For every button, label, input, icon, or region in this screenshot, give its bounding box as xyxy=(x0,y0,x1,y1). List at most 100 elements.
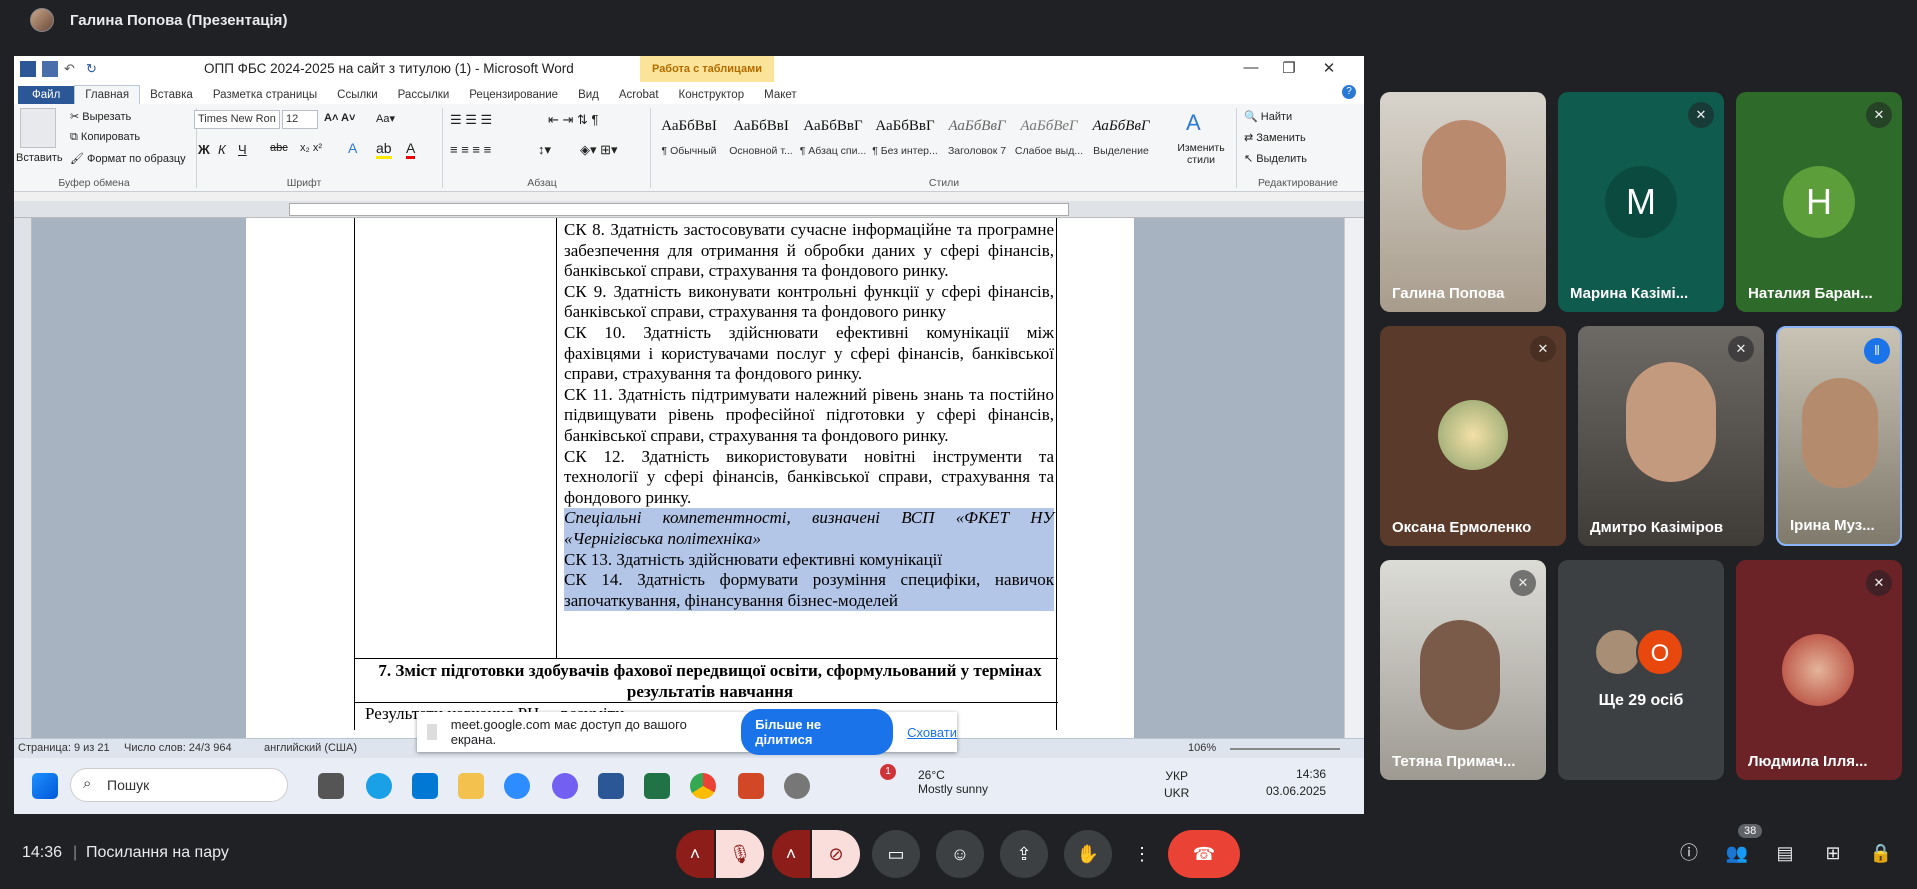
store-icon[interactable] xyxy=(412,773,438,799)
change-styles-icon[interactable]: A xyxy=(1186,110,1201,136)
grow-font-icon[interactable]: A˄ A˅ xyxy=(324,112,355,124)
table-left-cell[interactable] xyxy=(355,218,557,658)
participant-tile[interactable]: ✕ Тетяна Примач... xyxy=(1380,560,1546,780)
line-spacing-icon[interactable]: ↕▾ xyxy=(538,142,551,158)
change-case-icon[interactable]: Aa▾ xyxy=(376,112,395,125)
taskbar-search[interactable]: ⌕ Пошук xyxy=(70,768,288,802)
participant-tile-speaking[interactable]: ⦀ Ірина Муз... xyxy=(1776,326,1902,546)
zoom-slider[interactable] xyxy=(1230,748,1340,750)
subscript-icon[interactable]: x₂ x² xyxy=(300,142,322,154)
indent-icon[interactable]: ⇤ ⇥ ⇅ ¶ xyxy=(548,112,599,128)
tab-page-layout[interactable]: Разметка страницы xyxy=(203,86,327,104)
find-button[interactable]: 🔍 Найти xyxy=(1244,110,1292,123)
meeting-info-icon[interactable]: ⓘ xyxy=(1676,840,1702,866)
participant-tile[interactable]: ✕ M Марина Казімі... xyxy=(1558,92,1724,312)
emoji-icon[interactable]: ☺ xyxy=(936,830,984,878)
format-painter-button[interactable]: 🖌 Формат по образцу xyxy=(70,152,186,165)
tab-file[interactable]: Файл xyxy=(18,86,75,104)
tab-design[interactable]: Конструктор xyxy=(669,86,755,104)
tab-review[interactable]: Рецензирование xyxy=(459,86,568,104)
tray-clock[interactable]: 14:36 03.06.2025 xyxy=(1266,766,1326,800)
more-participants-tile[interactable]: О Ще 29 осіб xyxy=(1558,560,1724,780)
font-color-icon[interactable]: A xyxy=(406,140,416,159)
page-count[interactable]: Страница: 9 из 21 xyxy=(18,742,110,754)
word-taskbar-icon[interactable] xyxy=(598,773,624,799)
activities-icon[interactable]: ⊞ xyxy=(1820,840,1846,866)
input-language[interactable]: УКР UKR xyxy=(1164,768,1189,802)
start-icon[interactable] xyxy=(32,773,58,799)
viber-icon[interactable] xyxy=(552,773,578,799)
powerpoint-icon[interactable] xyxy=(738,773,764,799)
drag-handle-icon[interactable] xyxy=(427,724,437,740)
participant-tile[interactable]: ✕ Дмитро Казіміров xyxy=(1578,326,1764,546)
tab-acrobat[interactable]: Acrobat xyxy=(609,86,669,104)
participant-tile[interactable]: Галина Попова xyxy=(1380,92,1546,312)
style-body-text[interactable]: АаБбВвІ Основной т... xyxy=(726,112,796,170)
tab-mailings[interactable]: Рассылки xyxy=(388,86,460,104)
save-icon[interactable] xyxy=(42,61,58,77)
captions-icon[interactable]: ▭ xyxy=(872,830,920,878)
chat-icon[interactable]: ▤ xyxy=(1772,840,1798,866)
style-heading-7[interactable]: АаБбВвГ Заголовок 7 xyxy=(942,112,1012,170)
change-styles-button[interactable]: Изменить стили xyxy=(1176,142,1226,166)
style-subtle-emphasis[interactable]: АаБбВеГ Слабое выд... xyxy=(1014,112,1084,170)
word-count[interactable]: Число слов: 24/3 964 xyxy=(124,742,232,754)
document-area[interactable]: СК 8. Здатність застосовувати сучасне ін… xyxy=(14,218,1364,793)
tab-insert[interactable]: Вставка xyxy=(140,86,203,104)
people-icon[interactable]: 👥 xyxy=(1724,840,1750,866)
task-view-icon[interactable] xyxy=(318,773,344,799)
cut-button[interactable]: ✂ Вырезать xyxy=(70,110,131,123)
font-size-field[interactable]: 12 xyxy=(282,110,318,129)
text-effects-icon[interactable]: A xyxy=(348,140,357,156)
video-options-icon[interactable]: ˄ xyxy=(772,830,810,878)
copy-button[interactable]: ⧉ Копировать xyxy=(70,131,140,144)
maximize-icon[interactable]: ❐ xyxy=(1274,59,1304,77)
help-icon[interactable]: ? xyxy=(1342,85,1356,99)
close-icon[interactable]: ✕ xyxy=(1314,59,1344,77)
select-button[interactable]: ↖ Выделить xyxy=(1244,152,1307,165)
weather-widget[interactable]: 1 26°C Mostly sunny xyxy=(880,764,988,796)
tab-references[interactable]: Ссылки xyxy=(327,86,388,104)
align-icons[interactable]: ≡ ≡ ≡ ≡ xyxy=(450,142,491,157)
explorer-icon[interactable] xyxy=(458,773,484,799)
bold-icon[interactable]: Ж xyxy=(198,142,210,157)
replace-button[interactable]: ⇄ Заменить xyxy=(1244,131,1306,144)
participant-tile[interactable]: ✕ Оксана Ермоленко xyxy=(1380,326,1566,546)
italic-icon[interactable]: К xyxy=(218,142,226,157)
bullets-icon[interactable]: ☰ ☰ ☰ xyxy=(450,112,492,128)
vertical-ruler[interactable] xyxy=(14,218,32,793)
horizontal-ruler[interactable] xyxy=(14,201,1364,218)
chrome-icon[interactable] xyxy=(690,773,716,799)
strikethrough-icon[interactable]: abc xyxy=(270,142,288,154)
undo-icon[interactable]: ↶ xyxy=(64,61,80,77)
vertical-scrollbar[interactable] xyxy=(1344,218,1364,793)
zoom-level[interactable]: 106% xyxy=(1188,742,1216,754)
tab-view[interactable]: Вид xyxy=(568,86,609,104)
more-options-icon[interactable]: ⋮ xyxy=(1124,830,1160,878)
participant-tile[interactable]: ✕ H Наталия Баран... xyxy=(1736,92,1902,312)
audio-options-icon[interactable]: ˄ xyxy=(676,830,714,878)
participant-tile[interactable]: ✕ Людмила Ілля... xyxy=(1736,560,1902,780)
settings-icon[interactable] xyxy=(784,773,810,799)
microphone-off-icon[interactable]: 🎙 xyxy=(716,830,764,878)
competencies-cell[interactable]: СК 8. Здатність застосовувати сучасне ін… xyxy=(564,220,1054,612)
language[interactable]: английский (США) xyxy=(264,742,357,754)
style-emphasis[interactable]: АаБбВвГ Выделение xyxy=(1086,112,1156,170)
underline-icon[interactable]: Ч xyxy=(238,142,247,157)
camera-off-icon[interactable]: ⊘ xyxy=(812,830,860,878)
font-name-field[interactable]: Times New Ron xyxy=(194,110,280,129)
minimize-icon[interactable]: — xyxy=(1236,59,1266,76)
end-call-button[interactable]: ☎ xyxy=(1168,830,1240,878)
shading-icon[interactable]: ◈▾ ⊞▾ xyxy=(580,142,618,158)
highlight-icon[interactable]: ab xyxy=(376,140,392,159)
paste-icon[interactable] xyxy=(20,108,56,148)
redo-icon[interactable]: ↻ xyxy=(86,61,102,77)
present-icon[interactable]: ⇪ xyxy=(1000,830,1048,878)
stop-sharing-button[interactable]: Більше не ділитися xyxy=(741,709,894,755)
excel-icon[interactable] xyxy=(644,773,670,799)
host-controls-icon[interactable]: 🔒 xyxy=(1868,840,1894,866)
zoom-icon[interactable] xyxy=(504,773,530,799)
style-normal[interactable]: АаБбВвІ ¶ Обычный xyxy=(654,112,724,170)
tab-layout[interactable]: Макет xyxy=(754,86,807,104)
hide-notice-link[interactable]: Сховати xyxy=(907,725,957,740)
